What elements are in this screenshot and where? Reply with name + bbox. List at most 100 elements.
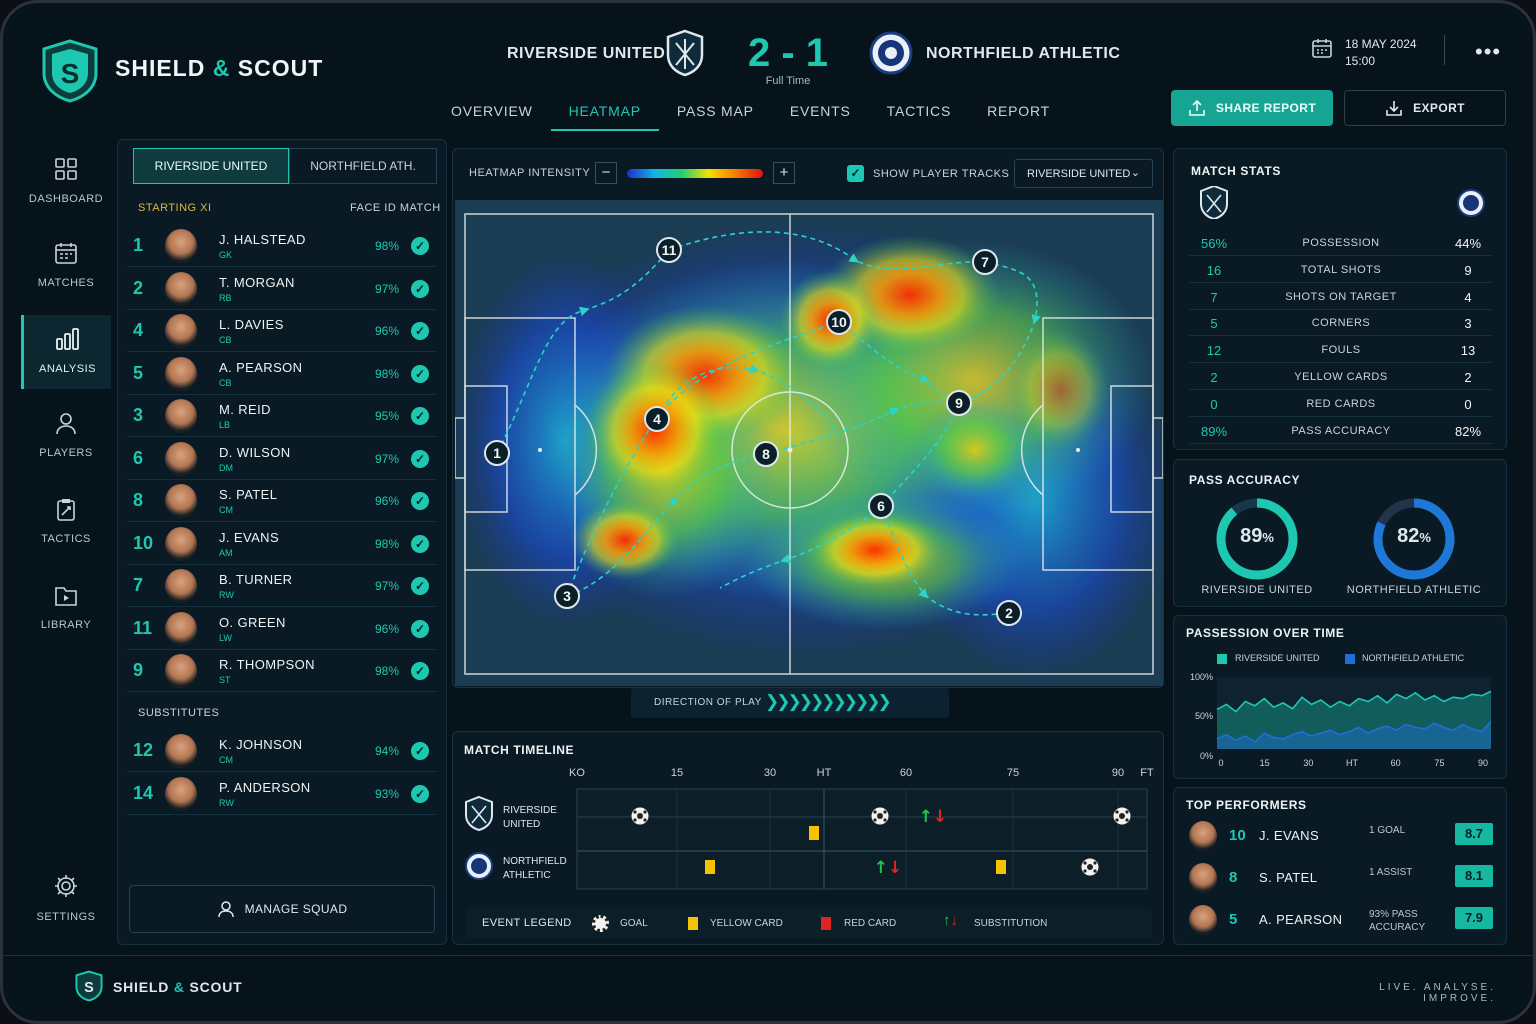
player-marker[interactable]: 4 (644, 406, 670, 432)
player-row[interactable]: 8 S. PATEL CM 96% ✓ (127, 480, 437, 522)
player-number: 4 (133, 320, 144, 340)
tab-overview[interactable]: OVERVIEW (433, 95, 551, 131)
substitution-icon[interactable]: ↑↓ (919, 807, 948, 827)
goal-ball-icon[interactable] (1080, 857, 1100, 877)
stat-label: YELLOW CARDS (1294, 371, 1388, 383)
player-avatar (165, 484, 197, 518)
tab-heatmap[interactable]: HEATMAP (550, 95, 659, 131)
nav-players[interactable]: PLAYERS (21, 411, 111, 471)
player-row[interactable]: 10 J. EVANS AM 98% ✓ (127, 523, 437, 565)
goal-ball-icon[interactable] (870, 806, 890, 826)
stat-away: 9 (1464, 262, 1472, 278)
nav-library-label: LIBRARY (40, 619, 92, 631)
tracks-checkbox[interactable]: ✓ (847, 165, 864, 182)
player-row[interactable]: 4 L. DAVIES CB 96% ✓ (127, 310, 437, 352)
player-row[interactable]: 9 R. THOMPSON ST 98% ✓ (127, 650, 437, 692)
player-marker[interactable]: 9 (946, 390, 972, 416)
performer-desc: 93% PASS ACCURACY (1369, 909, 1426, 933)
performer-rating: 7.9 (1455, 907, 1493, 929)
player-name: S. PATEL (219, 487, 278, 502)
team-select-dropdown[interactable]: RIVERSIDE UNITED ⌄ (1014, 159, 1153, 188)
marker-number: 6 (877, 498, 885, 514)
goal-ball-icon[interactable] (1112, 806, 1132, 826)
player-row[interactable]: 11 O. GREEN LW 96% ✓ (127, 608, 437, 650)
away-crest-icon (1457, 189, 1485, 217)
player-marker[interactable]: 2 (996, 600, 1022, 626)
nav-dashboard[interactable]: DASHBOARD (21, 157, 111, 217)
intensity-gradient-bar[interactable] (627, 169, 763, 178)
marker-number: 7 (981, 254, 989, 270)
team-tab-away[interactable]: NORTHFIELD ATH. (289, 148, 437, 184)
player-row[interactable]: 5 A. PEARSON CB 98% ✓ (127, 353, 437, 395)
nav-tactics[interactable]: TACTICS (21, 497, 111, 557)
player-name: J. HALSTEAD (219, 232, 306, 247)
performer-row[interactable]: 5 A. PEARSON 93% PASS ACCURACY 7.9 (1183, 901, 1499, 941)
performer-number: 8 (1229, 869, 1238, 886)
player-marker[interactable]: 8 (753, 441, 779, 467)
nav-library[interactable]: LIBRARY (21, 583, 111, 643)
performer-desc: 1 ASSIST (1369, 867, 1413, 878)
folder-play-icon (55, 587, 77, 606)
performer-name: S. PATEL (1259, 870, 1318, 885)
intensity-decrease-button[interactable]: − (595, 162, 617, 184)
tab-pass-map[interactable]: PASS MAP (659, 95, 772, 131)
check-icon: ✓ (411, 662, 429, 680)
manage-squad-button[interactable]: MANAGE SQUAD (129, 885, 435, 933)
yellow-card-icon[interactable] (809, 826, 819, 840)
yellow-card-icon[interactable] (996, 860, 1006, 874)
away-pass-label: NORTHFIELD ATHLETIC (1346, 584, 1482, 596)
player-marker[interactable]: 6 (868, 493, 894, 519)
share-report-button[interactable]: SHARE REPORT (1171, 90, 1333, 126)
marker-number: 4 (653, 411, 661, 427)
face-match-pct: 96% (375, 621, 400, 636)
nav-matches[interactable]: MATCHES (21, 241, 111, 301)
x-tick: 30 (1303, 758, 1313, 768)
more-menu-icon[interactable]: ••• (1475, 39, 1501, 65)
player-row[interactable]: 3 M. REID LB 95% ✓ (127, 395, 437, 437)
substitution-icon[interactable]: ↑↓ (874, 858, 903, 878)
player-row[interactable]: 12 K. JOHNSON CM 94% ✓ (127, 730, 437, 772)
player-marker[interactable]: 1 (484, 440, 510, 466)
tab-report[interactable]: REPORT (969, 95, 1068, 131)
team-tab-home[interactable]: RIVERSIDE UNITED (133, 148, 289, 184)
player-position: DM (219, 462, 233, 473)
face-match-pct: 94% (375, 744, 400, 758)
x-tick: 15 (1260, 758, 1270, 768)
legend-away-swatch (1345, 654, 1355, 664)
performer-number: 5 (1229, 911, 1238, 928)
player-row[interactable]: 7 B. TURNER RW 97% ✓ (127, 565, 437, 607)
nav-analysis[interactable]: ANALYSIS (21, 315, 111, 389)
tracks-label: SHOW PLAYER TRACKS (873, 168, 1010, 180)
export-button[interactable]: EXPORT (1344, 90, 1506, 126)
legend-red: RED CARD (844, 918, 897, 929)
home-team-name: RIVERSIDE UNITED (507, 45, 666, 62)
player-marker[interactable]: 7 (972, 249, 998, 275)
performer-row[interactable]: 8 S. PATEL 1 ASSIST 8.1 (1183, 859, 1499, 899)
player-marker[interactable]: 3 (554, 583, 580, 609)
nav-settings[interactable]: SETTINGS (21, 873, 111, 933)
performer-rating: 8.1 (1455, 865, 1493, 887)
performer-rating: 8.7 (1455, 823, 1493, 845)
player-row[interactable]: 1 J. HALSTEAD GK 98% ✓ (127, 225, 437, 267)
stat-label: POSSESSION (1302, 237, 1380, 249)
tab-events[interactable]: EVENTS (772, 95, 869, 131)
user-icon (56, 413, 76, 435)
performer-row[interactable]: 10 J. EVANS 1 GOAL 8.7 (1183, 817, 1499, 857)
player-row[interactable]: 2 T. MORGAN RB 97% ✓ (127, 268, 437, 310)
stat-row: 7 SHOTS ON TARGET 4 (1189, 284, 1493, 310)
stat-home: 2 (1210, 370, 1218, 385)
legend-home-swatch (1217, 654, 1227, 664)
player-marker[interactable]: 10 (826, 309, 852, 335)
tab-tactics[interactable]: TACTICS (869, 95, 969, 131)
player-number: 2 (133, 277, 144, 298)
marker-number: 11 (662, 242, 677, 258)
goal-ball-icon[interactable] (630, 806, 650, 826)
yellow-card-icon[interactable] (705, 860, 715, 874)
intensity-increase-button[interactable]: + (773, 162, 795, 184)
away-pass-value: 82% (1397, 525, 1431, 547)
player-marker[interactable]: 11 (656, 237, 682, 263)
face-match-pct: 93% (375, 786, 400, 801)
nav-tactics-label: TACTICS (41, 533, 91, 545)
player-row[interactable]: 14 P. ANDERSON RW 93% ✓ (127, 773, 437, 815)
player-row[interactable]: 6 D. WILSON DM 97% ✓ (127, 438, 437, 480)
